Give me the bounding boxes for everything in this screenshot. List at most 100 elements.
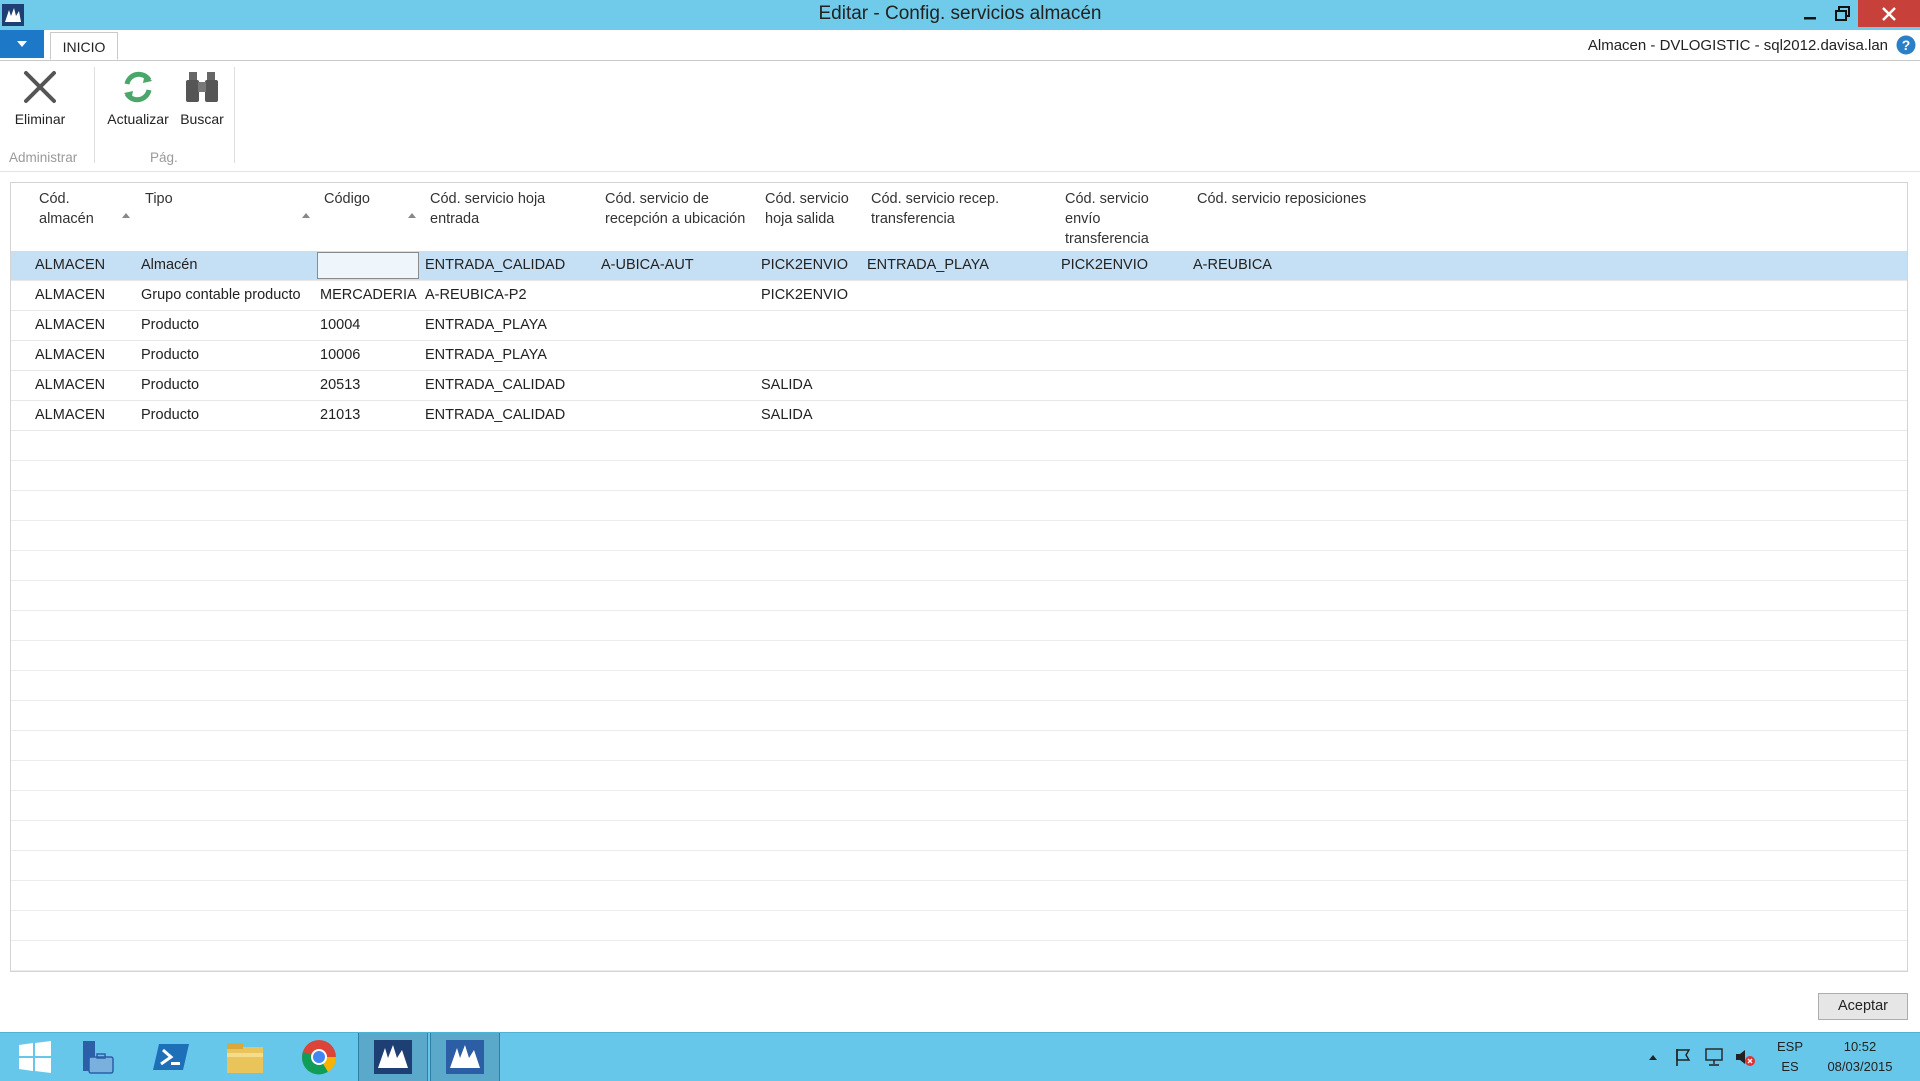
cell-cod-almacen[interactable]: ALMACEN bbox=[35, 347, 105, 363]
empty-row[interactable] bbox=[11, 431, 1907, 461]
cell-codigo[interactable]: 21013 bbox=[320, 407, 360, 423]
column-header-reposiciones[interactable]: Cód. servicio reposiciones bbox=[1197, 189, 1366, 209]
dynamics-nav-icon bbox=[374, 1040, 412, 1074]
empty-row[interactable] bbox=[11, 881, 1907, 911]
cell-codigo[interactable]: 10004 bbox=[320, 317, 360, 333]
empty-row[interactable] bbox=[11, 581, 1907, 611]
cell-hoja-salida[interactable]: PICK2ENVIO bbox=[761, 287, 848, 303]
delete-x-icon bbox=[24, 71, 56, 103]
close-button[interactable] bbox=[1858, 0, 1920, 27]
cell-tipo[interactable]: Producto bbox=[141, 347, 199, 363]
empty-row[interactable] bbox=[11, 851, 1907, 881]
table-row[interactable]: ALMACEN Producto 10006 ENTRADA_PLAYA bbox=[11, 341, 1907, 371]
clock-date[interactable]: 08/03/2015 bbox=[1820, 1059, 1900, 1074]
chrome-icon bbox=[302, 1040, 337, 1075]
cell-recepcion-ubicacion[interactable]: A-UBICA-AUT bbox=[601, 257, 694, 273]
delete-button[interactable]: Eliminar bbox=[10, 67, 70, 127]
cell-hoja-salida[interactable]: SALIDA bbox=[761, 377, 813, 393]
empty-row[interactable] bbox=[11, 761, 1907, 791]
column-header-hoja-entrada[interactable]: Cód. servicio hoja entrada bbox=[430, 189, 545, 229]
cell-codigo[interactable]: 20513 bbox=[320, 377, 360, 393]
empty-row[interactable] bbox=[11, 641, 1907, 671]
cell-hoja-entrada[interactable]: ENTRADA_PLAYA bbox=[425, 347, 547, 363]
cell-hoja-salida[interactable]: SALIDA bbox=[761, 407, 813, 423]
cell-codigo-editor[interactable] bbox=[317, 252, 419, 279]
tab-inicio[interactable]: INICIO bbox=[50, 32, 118, 60]
cell-hoja-entrada[interactable]: A-REUBICA-P2 bbox=[425, 287, 527, 303]
cell-codigo[interactable]: 10006 bbox=[320, 347, 360, 363]
volume-muted-icon[interactable] bbox=[1734, 1047, 1756, 1067]
empty-row[interactable] bbox=[11, 611, 1907, 641]
group-separator bbox=[94, 67, 95, 163]
application-menu-button[interactable] bbox=[0, 30, 44, 58]
taskbar-powershell[interactable] bbox=[136, 1033, 206, 1081]
cell-cod-almacen[interactable]: ALMACEN bbox=[35, 377, 105, 393]
empty-row[interactable] bbox=[11, 911, 1907, 941]
table-row[interactable]: ALMACEN Grupo contable producto MERCADER… bbox=[11, 281, 1907, 311]
empty-row[interactable] bbox=[11, 551, 1907, 581]
cell-reposiciones[interactable]: A-REUBICA bbox=[1193, 257, 1272, 273]
cell-tipo[interactable]: Grupo contable producto bbox=[141, 287, 301, 303]
cell-tipo[interactable]: Producto bbox=[141, 317, 199, 333]
cell-cod-almacen[interactable]: ALMACEN bbox=[35, 407, 105, 423]
start-button[interactable] bbox=[0, 1033, 70, 1081]
windows-start-icon bbox=[19, 1041, 51, 1073]
cell-envio-transferencia[interactable]: PICK2ENVIO bbox=[1061, 257, 1148, 273]
column-header-hoja-salida[interactable]: Cód. servicio hoja salida bbox=[765, 189, 849, 229]
find-button[interactable]: Buscar bbox=[176, 67, 228, 127]
table-row[interactable]: ALMACEN Producto 21013 ENTRADA_CALIDAD S… bbox=[11, 401, 1907, 431]
refresh-button[interactable]: Actualizar bbox=[104, 67, 172, 127]
empty-row[interactable] bbox=[11, 461, 1907, 491]
empty-row[interactable] bbox=[11, 821, 1907, 851]
taskbar-server-manager[interactable] bbox=[62, 1033, 132, 1081]
taskbar-chrome[interactable] bbox=[284, 1033, 354, 1081]
empty-row[interactable] bbox=[11, 941, 1907, 971]
restore-button[interactable] bbox=[1823, 0, 1863, 27]
empty-row[interactable] bbox=[11, 731, 1907, 761]
column-header-codigo[interactable]: Código bbox=[324, 189, 370, 209]
cell-hoja-salida[interactable]: PICK2ENVIO bbox=[761, 257, 848, 273]
cell-hoja-entrada[interactable]: ENTRADA_CALIDAD bbox=[425, 257, 565, 273]
table-row[interactable]: ALMACEN Producto 20513 ENTRADA_CALIDAD S… bbox=[11, 371, 1907, 401]
column-header-recepcion-ubicacion[interactable]: Cód. servicio de recepción a ubicación bbox=[605, 189, 745, 229]
taskbar-file-explorer[interactable] bbox=[210, 1033, 280, 1081]
column-header-tipo[interactable]: Tipo bbox=[145, 189, 173, 209]
taskbar-dynamics-nav[interactable] bbox=[430, 1033, 500, 1081]
empty-row[interactable] bbox=[11, 701, 1907, 731]
ribbon-tab-strip: INICIO Almacen - DVLOGISTIC - sql2012.da… bbox=[0, 30, 1920, 61]
cell-recep-transferencia[interactable]: ENTRADA_PLAYA bbox=[867, 257, 989, 273]
cell-cod-almacen[interactable]: ALMACEN bbox=[35, 287, 105, 303]
show-hidden-icons-icon[interactable] bbox=[1648, 1053, 1658, 1061]
empty-row[interactable] bbox=[11, 521, 1907, 551]
column-header-cod-almacen[interactable]: Cód. almacén bbox=[39, 189, 94, 229]
accept-button[interactable]: Aceptar bbox=[1818, 993, 1908, 1020]
language-indicator-top[interactable]: ESP bbox=[1770, 1039, 1810, 1054]
action-center-flag-icon[interactable] bbox=[1674, 1047, 1692, 1067]
cell-tipo[interactable]: Almacén bbox=[141, 257, 197, 273]
table-row[interactable]: ALMACEN Producto 10004 ENTRADA_PLAYA bbox=[11, 311, 1907, 341]
service-config-grid[interactable]: Cód. almacén Tipo Código Cód. servicio h… bbox=[10, 182, 1908, 972]
network-icon[interactable] bbox=[1704, 1047, 1726, 1067]
cell-hoja-entrada[interactable]: ENTRADA_CALIDAD bbox=[425, 407, 565, 423]
taskbar-dynamics-nav[interactable] bbox=[358, 1033, 428, 1081]
empty-row[interactable] bbox=[11, 491, 1907, 521]
group-label-pag: Pág. bbox=[150, 150, 178, 165]
clock-time[interactable]: 10:52 bbox=[1820, 1039, 1900, 1054]
ribbon: Eliminar Actualizar Buscar Administrar P… bbox=[0, 61, 1920, 172]
cell-tipo[interactable]: Producto bbox=[141, 377, 199, 393]
column-header-envio-transferencia[interactable]: Cód. servicio envío transferencia bbox=[1065, 189, 1149, 249]
cell-cod-almacen[interactable]: ALMACEN bbox=[35, 317, 105, 333]
cell-tipo[interactable]: Producto bbox=[141, 407, 199, 423]
language-indicator-bottom[interactable]: ES bbox=[1770, 1059, 1810, 1074]
cell-hoja-entrada[interactable]: ENTRADA_PLAYA bbox=[425, 317, 547, 333]
table-row[interactable]: ALMACEN Almacén ENTRADA_CALIDAD A-UBICA-… bbox=[11, 251, 1907, 281]
cell-cod-almacen[interactable]: ALMACEN bbox=[35, 257, 105, 273]
cell-codigo[interactable]: MERCADERIA bbox=[320, 287, 417, 303]
help-icon[interactable]: ? bbox=[1896, 35, 1916, 55]
column-header-recep-transferencia[interactable]: Cód. servicio recep. transferencia bbox=[871, 189, 999, 229]
refresh-icon bbox=[124, 71, 152, 103]
empty-row[interactable] bbox=[11, 671, 1907, 701]
group-separator bbox=[234, 67, 235, 163]
cell-hoja-entrada[interactable]: ENTRADA_CALIDAD bbox=[425, 377, 565, 393]
empty-row[interactable] bbox=[11, 791, 1907, 821]
